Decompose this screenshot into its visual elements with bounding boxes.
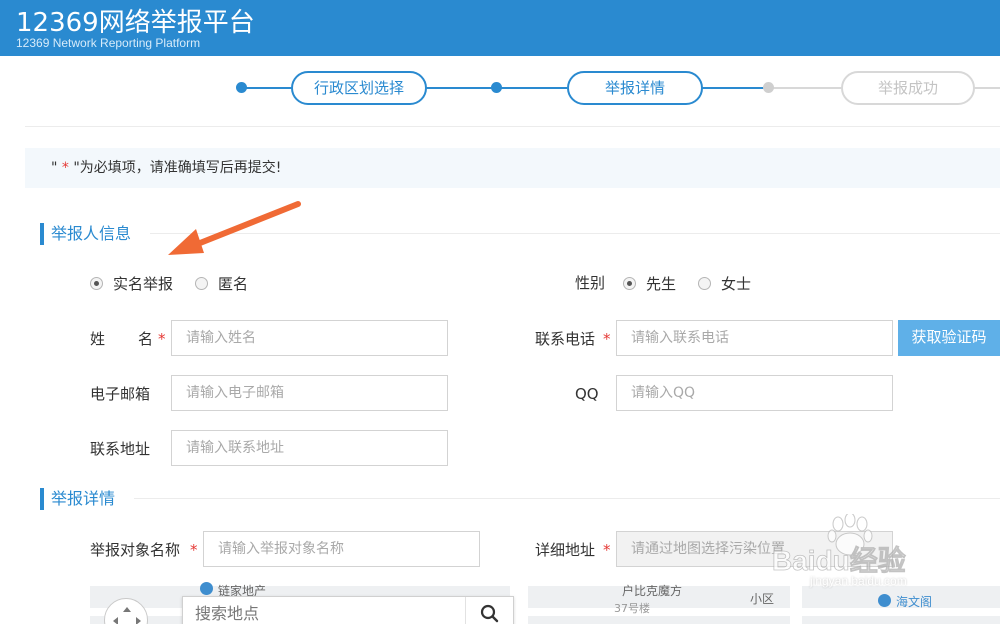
name-input[interactable] bbox=[171, 320, 448, 356]
page: 12369网络举报平台 12369 Network Reporting Plat… bbox=[0, 0, 1000, 624]
phone-label: 联系电话 bbox=[535, 330, 596, 348]
step-dot-3 bbox=[763, 82, 774, 93]
map-label-poi-2: 户比克魔方 bbox=[622, 584, 683, 598]
platform-title: 12369网络举报平台 bbox=[16, 8, 255, 38]
watermark-brand: Baidu经验 bbox=[772, 544, 906, 574]
qq-input[interactable] bbox=[616, 375, 893, 411]
email-input[interactable] bbox=[171, 375, 448, 411]
target-name-input[interactable] bbox=[203, 531, 480, 567]
email-label: 电子邮箱 bbox=[90, 385, 151, 403]
name-label-b: 名 bbox=[138, 330, 154, 348]
radio-real-name-label[interactable]: 实名举报 bbox=[113, 273, 173, 294]
required-notice: " * "为必填项，请准确填写后再提交! bbox=[25, 148, 1000, 188]
phone-required-star: * bbox=[603, 330, 611, 348]
radio-female-label[interactable]: 女士 bbox=[721, 273, 751, 294]
get-verification-code-button[interactable]: 获取验证码 bbox=[898, 320, 1000, 356]
baidu-jingyan-watermark: Baidu经验 jingyan.baidu.com bbox=[760, 512, 960, 604]
step-report-success: 举报成功 bbox=[841, 71, 975, 105]
progress-steps: 行政区划选择 举报详情 举报成功 bbox=[0, 56, 1000, 126]
gender-group: 先生 女士 bbox=[623, 273, 773, 294]
radio-male-label[interactable]: 先生 bbox=[646, 273, 676, 294]
step-line-current bbox=[700, 87, 768, 89]
steps-divider bbox=[25, 126, 1000, 127]
radio-anonymous[interactable] bbox=[195, 277, 209, 290]
gender-label: 性别 bbox=[575, 274, 606, 292]
detail-address-label: 详细地址 bbox=[535, 541, 596, 559]
name-label-a: 姓 bbox=[90, 330, 106, 348]
map-poi-icon bbox=[200, 582, 213, 595]
radio-real-name[interactable] bbox=[90, 277, 103, 290]
radio-male[interactable] bbox=[623, 277, 636, 290]
qq-label: QQ bbox=[575, 385, 599, 403]
annotation-arrow-icon bbox=[168, 201, 301, 255]
notice-text: "为必填项，请准确填写后再提交! bbox=[68, 160, 282, 176]
header-bar: 12369网络举报平台 12369 Network Reporting Plat… bbox=[0, 0, 1000, 56]
map-search-box bbox=[182, 596, 514, 624]
step-region-select: 行政区划选择 bbox=[291, 71, 427, 105]
name-required-star: * bbox=[158, 330, 166, 348]
map-pan-control[interactable] bbox=[104, 598, 148, 624]
section-title: 举报详情 bbox=[51, 489, 116, 508]
report-type-group: 实名举报 匿名 bbox=[90, 273, 270, 294]
target-name-required-star: * bbox=[190, 541, 198, 559]
baidu-paw-logo-icon: Baidu经验 bbox=[772, 512, 906, 576]
radio-female[interactable] bbox=[698, 277, 712, 290]
section-divider bbox=[134, 498, 1000, 499]
step-dot-2 bbox=[491, 82, 502, 93]
map-search-button[interactable] bbox=[465, 597, 513, 624]
section-title: 举报人信息 bbox=[51, 224, 132, 243]
platform-subtitle: 12369 Network Reporting Platform bbox=[16, 36, 201, 50]
address-label: 联系地址 bbox=[90, 440, 151, 458]
address-input[interactable] bbox=[171, 430, 448, 466]
radio-anonymous-label[interactable]: 匿名 bbox=[218, 273, 248, 294]
detail-address-required-star: * bbox=[603, 541, 611, 559]
watermark-url: jingyan.baidu.com bbox=[810, 574, 907, 588]
map-label-poi-3: 37号楼 bbox=[614, 602, 650, 615]
pan-arrows-icon bbox=[113, 607, 141, 624]
search-icon bbox=[480, 604, 499, 623]
notice-star: * bbox=[61, 160, 69, 176]
phone-input[interactable] bbox=[616, 320, 893, 356]
map-search-input[interactable] bbox=[183, 597, 463, 624]
step-dot-1 bbox=[236, 82, 247, 93]
notice-prefix: " bbox=[51, 160, 62, 176]
step-report-detail: 举报详情 bbox=[567, 71, 703, 105]
target-name-label: 举报对象名称 bbox=[90, 541, 181, 559]
